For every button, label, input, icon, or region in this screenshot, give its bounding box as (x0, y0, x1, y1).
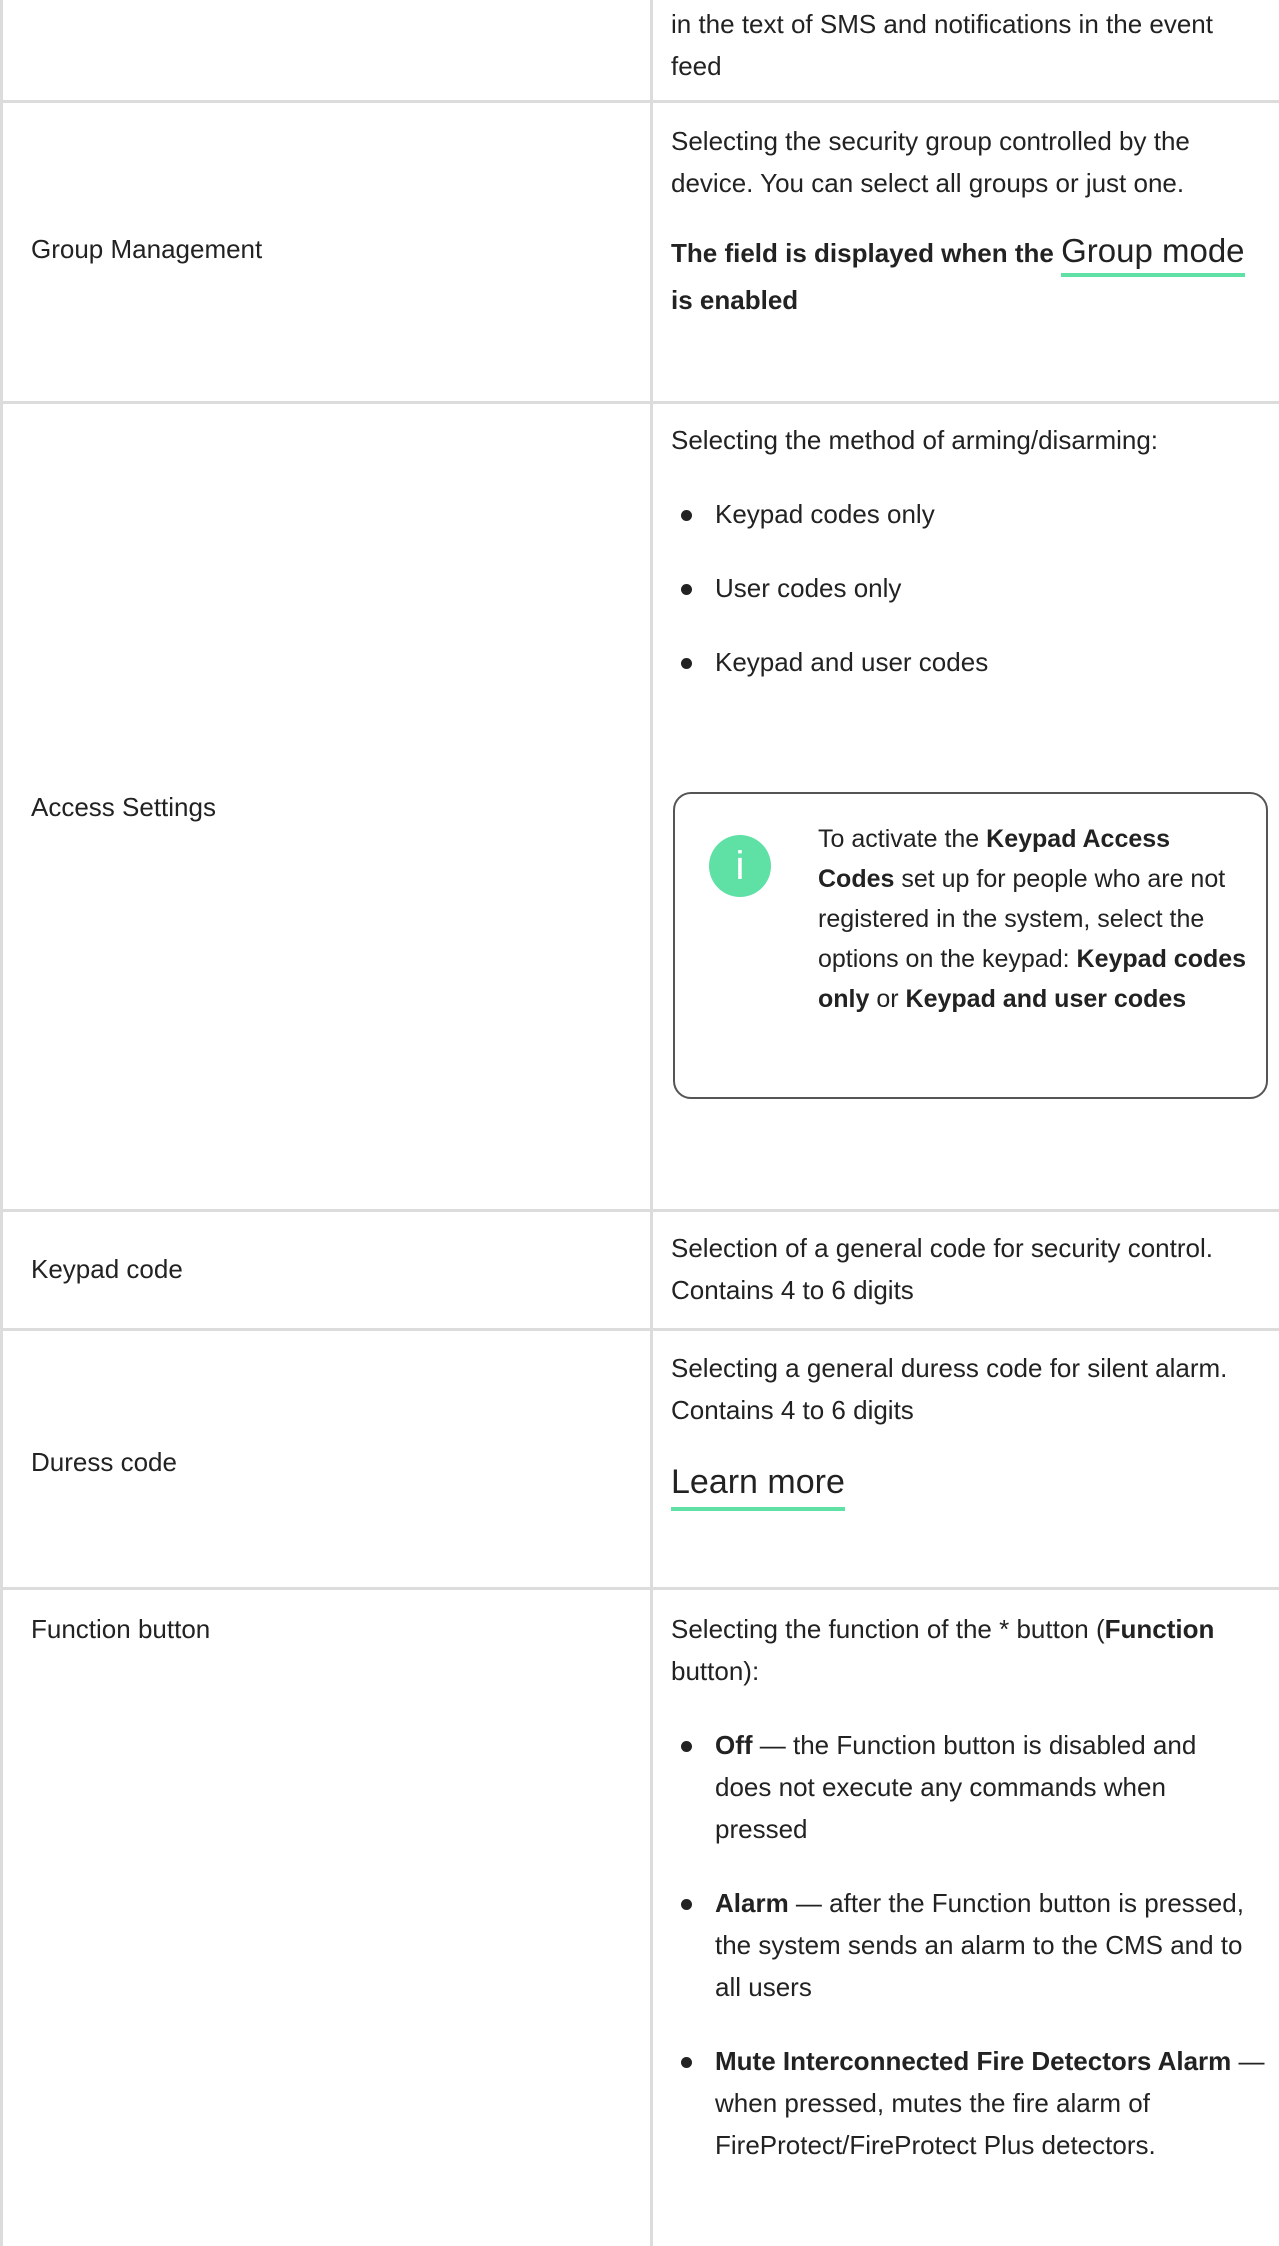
note-prefix: The field is displayed when the (671, 238, 1054, 268)
row-divider (3, 100, 1279, 103)
option-description: — the Function button is disabled and do… (715, 1730, 1197, 1844)
row-description-function-button: Selecting the function of the * button (… (671, 1608, 1271, 2166)
row-description-duress-code: Selecting a general duress code for sile… (671, 1347, 1271, 1511)
description-text: Selecting the function of the * button (… (671, 1608, 1271, 1692)
description-text: Selecting a general duress code for sile… (671, 1353, 1228, 1425)
access-options-list: Keypad codes only User codes only Keypad… (671, 493, 1271, 683)
row-description-keypad-code: Selection of a general code for security… (671, 1233, 1213, 1305)
option-name: Alarm (715, 1888, 789, 1918)
row-divider (3, 1209, 1279, 1212)
row-label-access-settings: Access Settings (31, 792, 216, 822)
list-item: Keypad and user codes (671, 641, 1271, 683)
column-divider (650, 0, 653, 2246)
info-note-text: To activate the Keypad Access Codes set … (818, 819, 1248, 1019)
option-name: Mute Interconnected Fire Detectors Alarm (715, 2046, 1232, 2076)
description-text: Selecting the security group controlled … (671, 126, 1190, 198)
list-item: Keypad codes only (671, 493, 1271, 535)
desc-text-part: button): (671, 1656, 760, 1686)
row-divider (3, 1587, 1279, 1590)
row-divider (3, 1328, 1279, 1331)
row-description-group-management: Selecting the security group controlled … (671, 120, 1271, 323)
function-options-list: Off — the Function button is disabled an… (671, 1724, 1271, 2166)
row-label-keypad-code: Keypad code (31, 1254, 183, 1284)
info-note-box: i To activate the Keypad Access Codes se… (673, 792, 1268, 1099)
learn-more-link[interactable]: Learn more (671, 1459, 845, 1511)
list-item: Alarm — after the Function button is pre… (671, 1882, 1255, 2008)
description-text: Selecting the method of arming/disarming… (671, 425, 1159, 455)
info-icon: i (709, 835, 771, 897)
row-continued-description: in the text of SMS and notifications in … (671, 3, 1271, 87)
row-divider (3, 401, 1279, 404)
row-description-access-settings: Selecting the method of arming/disarming… (671, 419, 1271, 683)
settings-table-page: in the text of SMS and notifications in … (0, 0, 1279, 2246)
description-line: feed (671, 51, 722, 81)
note-text-part: or (869, 985, 906, 1013)
settings-table: in the text of SMS and notifications in … (0, 0, 1279, 2246)
list-item: Off — the Function button is disabled an… (671, 1724, 1255, 1850)
description-line: in the text of SMS and notifications in … (671, 9, 1213, 39)
option-name: Off (715, 1730, 753, 1760)
desc-bold-function: Function (1104, 1614, 1215, 1644)
list-item: User codes only (671, 567, 1271, 609)
note-bold-keypad-and-user-codes: Keypad and user codes (905, 985, 1187, 1013)
desc-text-part: Selecting the function of the * button ( (671, 1614, 1105, 1644)
note-text-part: To activate the (818, 825, 987, 853)
row-label-group-management: Group Management (31, 234, 263, 264)
note-suffix: is enabled (671, 285, 799, 315)
list-item: Mute Interconnected Fire Detectors Alarm… (671, 2040, 1271, 2166)
option-description: — after the Function button is pressed, … (715, 1888, 1244, 2002)
row-label-function-button: Function button (31, 1614, 211, 1644)
group-mode-note: The field is displayed when the Group mo… (671, 230, 1271, 323)
group-mode-link[interactable]: Group mode (1061, 231, 1245, 277)
row-label-duress-code: Duress code (31, 1447, 177, 1477)
